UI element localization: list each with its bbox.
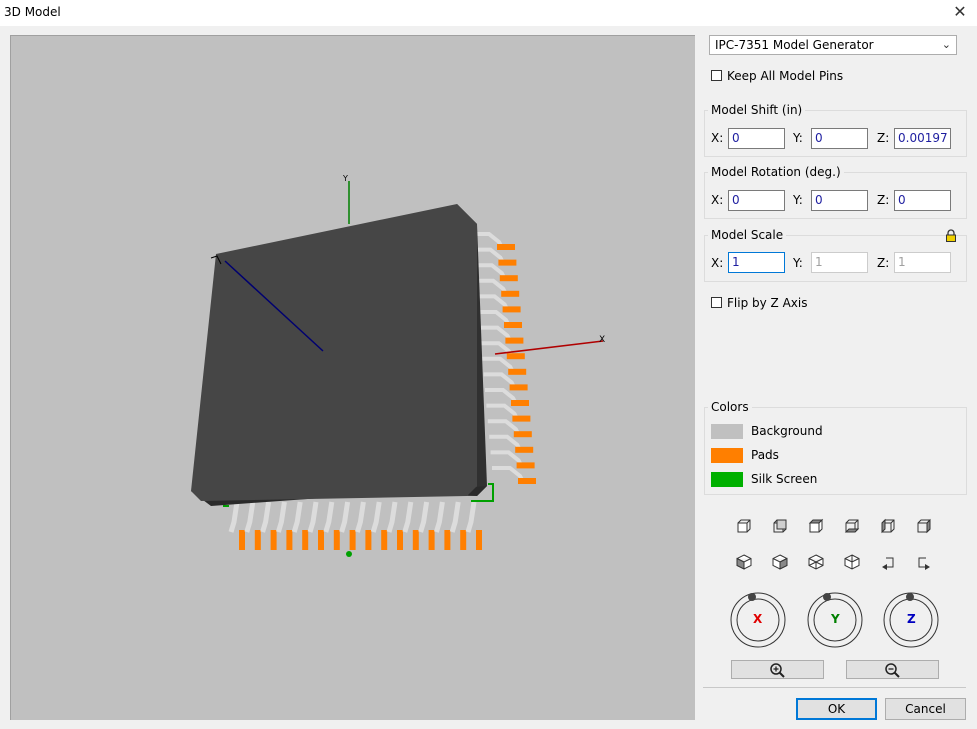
- model-rotation-x-label: X:: [711, 193, 724, 207]
- chevron-down-icon: ⌄: [941, 38, 951, 51]
- colors-group: [704, 407, 967, 495]
- colors-title: Colors: [708, 400, 752, 414]
- iso-view-4-icon[interactable]: [842, 552, 862, 572]
- bottom-lead: [386, 501, 403, 550]
- bottom-lead: [402, 501, 419, 550]
- pads-color-swatch[interactable]: [711, 448, 743, 463]
- iso-view-3-icon[interactable]: [806, 552, 826, 572]
- rotate-x-label: X: [753, 612, 763, 626]
- model-scale-y-label: Y:: [793, 256, 803, 270]
- right-lead: [492, 466, 536, 484]
- bottom-lead: [418, 501, 435, 550]
- rotate-left-icon[interactable]: [878, 552, 898, 572]
- model-rotation-title: Model Rotation (deg.): [708, 165, 844, 179]
- model-scale-z-input[interactable]: 1: [894, 252, 951, 273]
- model-rotation-z-label: Z:: [877, 193, 890, 207]
- 3d-viewport[interactable]: Y X: [10, 35, 695, 720]
- zoom-in-button[interactable]: [731, 660, 824, 679]
- bottom-lead: [307, 501, 324, 550]
- bottom-lead: [355, 501, 372, 550]
- view-right-icon[interactable]: [914, 516, 934, 536]
- bottom-lead: [244, 501, 261, 550]
- model-rotation-y-label: Y:: [793, 193, 803, 207]
- model-shift-x-input[interactable]: 0: [728, 128, 785, 149]
- separator: [703, 687, 966, 688]
- view-top-icon[interactable]: [806, 516, 826, 536]
- rotate-y-label: Y: [831, 612, 840, 626]
- silk-screen-color-label: Silk Screen: [751, 472, 818, 486]
- model-scale-x-label: X:: [711, 256, 724, 270]
- rotate-x-dial[interactable]: X: [728, 589, 788, 649]
- rotate-z-dial[interactable]: Z: [881, 589, 941, 649]
- bottom-leads: [228, 501, 482, 550]
- model-rotation-y-input[interactable]: 0: [811, 190, 868, 211]
- window-title: 3D Model: [4, 5, 61, 19]
- bottom-lead: [260, 501, 277, 550]
- model-shift-x-label: X:: [711, 131, 724, 145]
- model-scale-y-input[interactable]: 1: [811, 252, 868, 273]
- generator-select[interactable]: IPC-7351 Model Generator ⌄: [709, 35, 957, 55]
- title-bar: 3D Model ✕: [0, 0, 977, 26]
- bottom-lead: [228, 501, 245, 550]
- flip-z-label: Flip by Z Axis: [727, 296, 808, 310]
- model-shift-title: Model Shift (in): [708, 103, 806, 117]
- rotate-y-dial[interactable]: Y: [805, 589, 865, 649]
- bottom-lead: [276, 501, 293, 550]
- model-rotation-x-input[interactable]: 0: [728, 190, 785, 211]
- bottom-lead: [465, 501, 482, 550]
- bottom-lead: [339, 501, 356, 550]
- cancel-button[interactable]: Cancel: [885, 698, 966, 720]
- model-shift-z-input[interactable]: 0.00197: [894, 128, 951, 149]
- view-bottom-icon[interactable]: [842, 516, 862, 536]
- model-scale-x-input[interactable]: 1: [728, 252, 785, 273]
- model-scale-z-label: Z:: [877, 256, 890, 270]
- origin-dot: [346, 551, 352, 557]
- background-color-swatch[interactable]: [711, 424, 743, 439]
- zoom-out-button[interactable]: [846, 660, 939, 679]
- x-axis-label: X: [599, 335, 605, 345]
- keep-all-pins-checkbox[interactable]: [711, 70, 722, 81]
- model-scale-title: Model Scale: [708, 228, 787, 242]
- flip-z-checkbox[interactable]: [711, 297, 722, 308]
- model-shift-z-label: Z:: [877, 131, 890, 145]
- background-color-label: Background: [751, 424, 823, 438]
- y-axis-label: Y: [342, 174, 348, 183]
- bottom-lead: [449, 501, 467, 550]
- model-render: Y X: [191, 174, 605, 557]
- model-rotation-z-input[interactable]: 0: [894, 190, 951, 211]
- view-front-icon[interactable]: [734, 516, 754, 536]
- generator-selected: IPC-7351 Model Generator: [715, 38, 874, 52]
- rotate-z-label: Z: [907, 612, 916, 626]
- bottom-lead: [291, 501, 309, 550]
- chip-body-top: [191, 204, 477, 501]
- rotate-right-icon[interactable]: [914, 552, 934, 572]
- lock-icon[interactable]: [945, 229, 957, 242]
- zoom-in-icon: [770, 663, 785, 678]
- view-left-icon[interactable]: [878, 516, 898, 536]
- close-icon[interactable]: ✕: [949, 2, 971, 22]
- ok-button[interactable]: OK: [796, 698, 877, 720]
- zoom-out-icon: [885, 663, 900, 678]
- keep-all-pins-label: Keep All Model Pins: [727, 69, 844, 83]
- pads-color-label: Pads: [751, 448, 779, 462]
- view-back-icon[interactable]: [770, 516, 790, 536]
- bottom-lead: [434, 501, 451, 550]
- bottom-lead: [370, 501, 388, 550]
- silk-screen-color-swatch[interactable]: [711, 472, 743, 487]
- bottom-lead: [323, 501, 340, 550]
- iso-view-2-icon[interactable]: [770, 552, 790, 572]
- model-shift-y-input[interactable]: 0: [811, 128, 868, 149]
- iso-view-1-icon[interactable]: [734, 552, 754, 572]
- model-shift-y-label: Y:: [793, 131, 803, 145]
